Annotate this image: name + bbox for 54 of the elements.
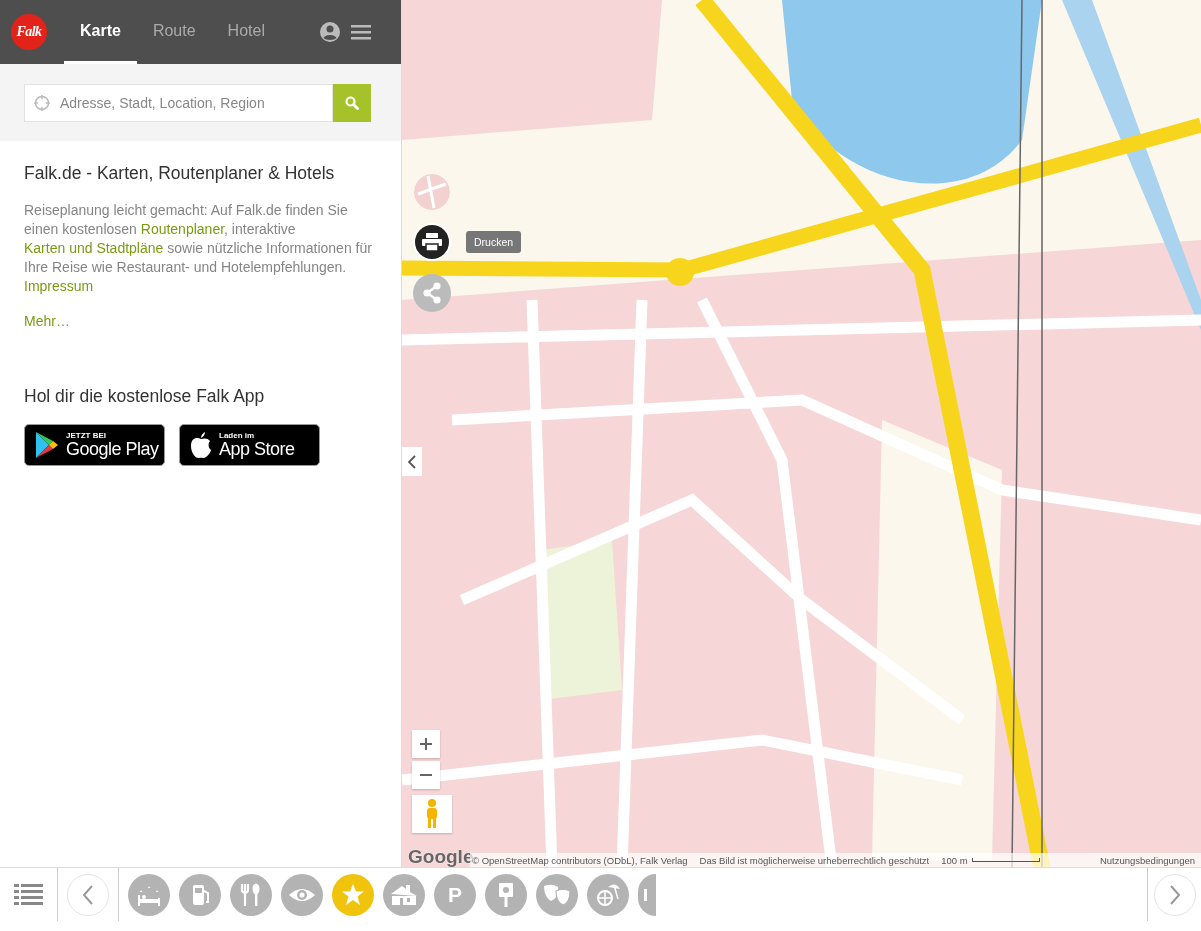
text-link[interactable]: Karten und Stadtpläne bbox=[24, 240, 164, 256]
ball-umbrella-icon bbox=[594, 881, 622, 908]
section-title: Falk.de - Karten, Routenplaner & Hotels bbox=[24, 163, 336, 184]
collapse-button[interactable] bbox=[402, 447, 422, 476]
chevron-left-icon bbox=[82, 884, 94, 905]
chevron-left-icon bbox=[408, 454, 416, 469]
category-button[interactable] bbox=[485, 873, 527, 916]
category-button[interactable] bbox=[179, 873, 221, 916]
print-icon bbox=[422, 233, 442, 251]
person-icon bbox=[425, 799, 439, 829]
category-button[interactable] bbox=[230, 873, 272, 916]
nav-tab[interactable]: Route bbox=[136, 0, 212, 64]
minimap-button[interactable] bbox=[414, 174, 450, 210]
play-icon bbox=[34, 431, 60, 459]
street-view-button[interactable] bbox=[412, 795, 452, 833]
chevron-right-icon bbox=[1168, 884, 1181, 905]
store-badge[interactable]: JETZT BEI Google Play bbox=[24, 424, 165, 466]
menu-icon[interactable] bbox=[351, 24, 371, 40]
account-icon[interactable] bbox=[319, 21, 341, 43]
scale-label: 100 m bbox=[941, 854, 968, 866]
zoom-in-button[interactable] bbox=[412, 730, 440, 758]
search-field[interactable]: Adresse, Stadt, Location, Region bbox=[24, 84, 333, 122]
zoom-out-button[interactable] bbox=[412, 761, 440, 789]
store-badge[interactable]: Laden im App Store bbox=[179, 424, 320, 466]
minus-icon bbox=[420, 774, 432, 776]
plus-icon bbox=[420, 738, 432, 750]
intro-paragraph: Reiseplanung leicht gemacht: Auf Falk.de finden Sie einen kostenlosen Routenplaner, interaktive Karten und Stadtpläne sowie nützliche Informationen für Ihre Reise wie Restaurant- und Hotelempfehlungen. Impressum bbox=[24, 201, 373, 296]
text-link[interactable]: Impressum bbox=[24, 278, 94, 294]
category-button[interactable] bbox=[332, 873, 374, 916]
category-button[interactable] bbox=[536, 873, 578, 916]
text-link[interactable]: Routenplaner bbox=[140, 221, 225, 237]
category-button[interactable] bbox=[587, 873, 629, 916]
search-button[interactable] bbox=[333, 84, 371, 122]
category-button[interactable]: P bbox=[434, 873, 476, 916]
share-icon bbox=[422, 282, 442, 304]
more-link[interactable]: Mehr… bbox=[24, 313, 70, 329]
category-button[interactable] bbox=[128, 873, 170, 916]
section-title: Hol dir die kostenlose Falk App bbox=[24, 386, 266, 407]
falk-logo[interactable]: Falk bbox=[11, 14, 47, 50]
category-icon bbox=[644, 888, 647, 901]
category-button[interactable] bbox=[638, 873, 656, 916]
scale-bar bbox=[971, 858, 1040, 863]
attribution-text: © OpenStreetMap contributors (ODbL), Falk Verlag bbox=[472, 854, 688, 866]
search-icon bbox=[345, 96, 359, 110]
copyright-note: Das Bild ist möglicherweise urheberrechtlich geschützt bbox=[699, 854, 930, 866]
tooltip: Drucken bbox=[466, 231, 522, 253]
map-logo: Google bbox=[408, 846, 474, 868]
apple-icon bbox=[189, 431, 213, 459]
previous-button[interactable] bbox=[67, 873, 109, 916]
terms-link[interactable]: Nutzungsbedingungen bbox=[1099, 854, 1201, 866]
category-button[interactable] bbox=[383, 873, 425, 916]
nav-tab[interactable]: Hotel bbox=[211, 0, 281, 64]
list-icon bbox=[14, 884, 43, 906]
category-button[interactable] bbox=[281, 873, 323, 916]
